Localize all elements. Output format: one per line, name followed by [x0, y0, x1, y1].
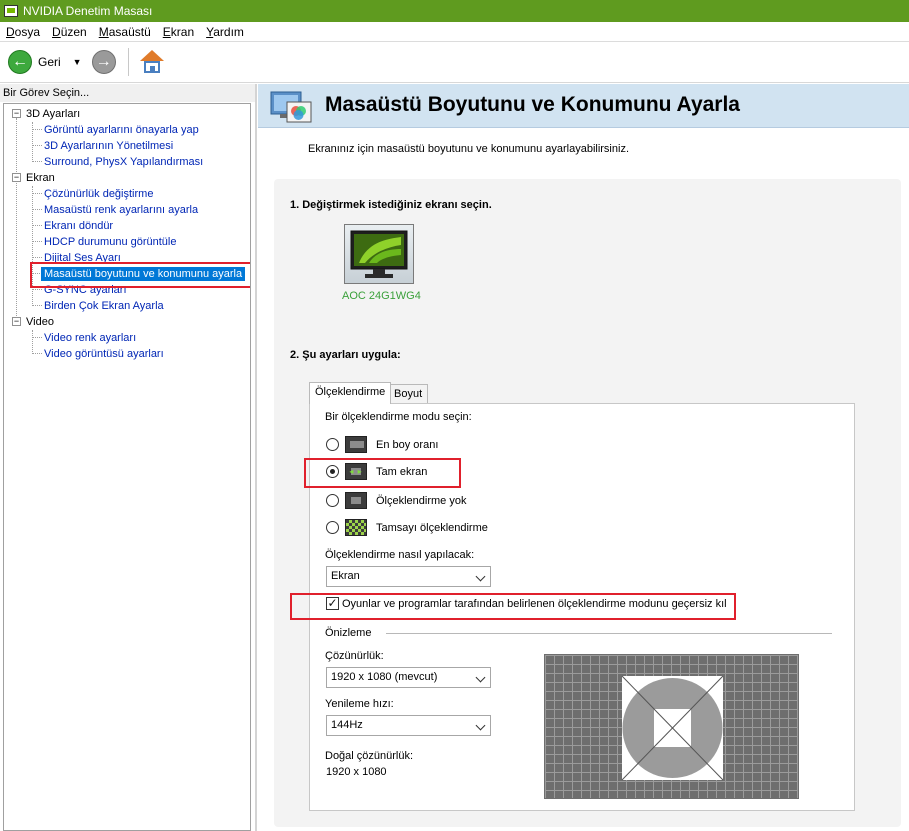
- collapse-display-icon[interactable]: −: [12, 173, 21, 182]
- scaling-method-dropdown[interactable]: Ekran: [326, 566, 491, 587]
- radio-aspect-ratio[interactable]: [326, 438, 339, 451]
- tree-item-rotate-display[interactable]: Ekranı döndür: [44, 219, 113, 233]
- step-1-heading: 1. Değiştirmek istediğiniz ekranı seçin.: [290, 199, 492, 211]
- mode-no-scaling-label[interactable]: Ölçeklendirme yok: [376, 495, 466, 507]
- tree-item-desktop-color[interactable]: Masaüstü renk ayarlarını ayarla: [44, 203, 198, 217]
- menu-bar: Dosya Düzen Masaüstü Ekran Yardım: [0, 22, 909, 42]
- tree-item-video-color[interactable]: Video renk ayarları: [44, 331, 136, 345]
- page-title: Masaüstü Boyutunu ve Konumunu Ayarla: [325, 93, 740, 116]
- tree-item-surround-physx[interactable]: Surround, PhysX Yapılandırması: [44, 155, 203, 169]
- panel-splitter[interactable]: [255, 84, 257, 831]
- mode-aspect-ratio-label[interactable]: En boy oranı: [376, 439, 438, 451]
- highlight-box-full-screen: [304, 458, 461, 488]
- integer-scaling-mode-icon: [345, 519, 367, 536]
- back-button-label[interactable]: Geri: [38, 55, 61, 69]
- chevron-down-icon: [475, 672, 486, 683]
- tree-category-3d[interactable]: 3D Ayarları: [26, 107, 80, 121]
- tab-size[interactable]: Boyut: [388, 384, 429, 404]
- aspect-ratio-mode-icon: [345, 436, 367, 453]
- preview-test-pattern: [621, 675, 724, 781]
- chevron-down-icon: [475, 571, 486, 582]
- task-panel-header: Bir Görev Seçin...: [0, 84, 255, 102]
- tree-item-image-settings[interactable]: Görüntü ayarlarını önayarla yap: [44, 123, 199, 137]
- desktop-size-icon: [270, 91, 312, 123]
- title-bar: NVIDIA Denetim Masası: [0, 0, 909, 22]
- menu-yardim[interactable]: Yardım: [200, 25, 250, 39]
- menu-dosya[interactable]: Dosya: [0, 25, 46, 39]
- tree-item-change-resolution[interactable]: Çözünürlük değiştirme: [44, 187, 153, 201]
- refresh-rate-dropdown[interactable]: 144Hz: [326, 715, 491, 736]
- tree-item-video-image[interactable]: Video görüntüsü ayarları: [44, 347, 164, 361]
- tree-category-display[interactable]: Ekran: [26, 171, 55, 185]
- preview-heading: Önizleme: [325, 627, 372, 639]
- tree-item-manage-3d[interactable]: 3D Ayarlarının Yönetilmesi: [44, 139, 173, 153]
- window-title: NVIDIA Denetim Masası: [23, 4, 153, 18]
- back-history-dropdown-icon[interactable]: ▼: [73, 57, 82, 67]
- highlight-box-override: [290, 593, 736, 620]
- radio-no-scaling[interactable]: [326, 494, 339, 507]
- tab-scaling[interactable]: Ölçeklendirme: [309, 382, 392, 404]
- toolbar: ← Geri ▼ →: [0, 42, 909, 83]
- scaling-method-label: Ölçeklendirme nasıl yapılacak:: [325, 549, 475, 561]
- collapse-3d-icon[interactable]: −: [12, 109, 21, 118]
- step-2-heading: 2. Şu ayarları uygula:: [290, 349, 401, 361]
- highlight-box-selected-task: [30, 262, 250, 288]
- resolution-value: 1920 x 1080 (mevcut): [331, 671, 438, 683]
- tree-item-multiple-displays[interactable]: Birden Çok Ekran Ayarla: [44, 299, 164, 313]
- page-description: Ekranınız için masaüstü boyutunu ve konu…: [308, 143, 629, 155]
- display-selector-tile[interactable]: [344, 224, 414, 284]
- menu-masaustu[interactable]: Masaüstü: [93, 25, 157, 39]
- page-banner: Masaüstü Boyutunu ve Konumunu Ayarla: [258, 84, 909, 128]
- nvidia-app-icon: [4, 5, 18, 17]
- collapse-video-icon[interactable]: −: [12, 317, 21, 326]
- content-panel: Masaüstü Boyutunu ve Konumunu Ayarla Ekr…: [258, 84, 909, 831]
- chevron-down-icon: [475, 720, 486, 731]
- back-arrow-icon[interactable]: ←: [8, 50, 32, 74]
- toolbar-separator: [127, 48, 129, 76]
- tree-category-video[interactable]: Video: [26, 315, 54, 329]
- native-resolution-value: 1920 x 1080: [326, 766, 387, 778]
- task-tree: − 3D Ayarları Görüntü ayarlarını önayarl…: [3, 103, 251, 831]
- refresh-rate-label: Yenileme hızı:: [325, 698, 394, 710]
- preview-divider: [386, 633, 832, 634]
- no-scaling-mode-icon: [345, 492, 367, 509]
- forward-arrow-icon[interactable]: →: [91, 50, 116, 74]
- resolution-dropdown[interactable]: 1920 x 1080 (mevcut): [326, 667, 491, 688]
- tree-item-hdcp-status[interactable]: HDCP durumunu görüntüle: [44, 235, 176, 249]
- scaling-method-value: Ekran: [331, 570, 360, 582]
- resolution-label: Çözünürlük:: [325, 650, 384, 662]
- radio-integer-scaling[interactable]: [326, 521, 339, 534]
- refresh-rate-value: 144Hz: [331, 719, 363, 731]
- menu-duzen[interactable]: Düzen: [46, 25, 93, 39]
- native-resolution-label: Doğal çözünürlük:: [325, 750, 414, 762]
- monitor-name-label[interactable]: AOC 24G1WG4: [342, 290, 421, 302]
- home-icon[interactable]: [139, 49, 165, 75]
- scaling-mode-prompt: Bir ölçeklendirme modu seçin:: [325, 411, 472, 423]
- mode-integer-scaling-label[interactable]: Tamsayı ölçeklendirme: [376, 522, 488, 534]
- menu-ekran[interactable]: Ekran: [157, 25, 200, 39]
- monitor-icon: [350, 230, 408, 278]
